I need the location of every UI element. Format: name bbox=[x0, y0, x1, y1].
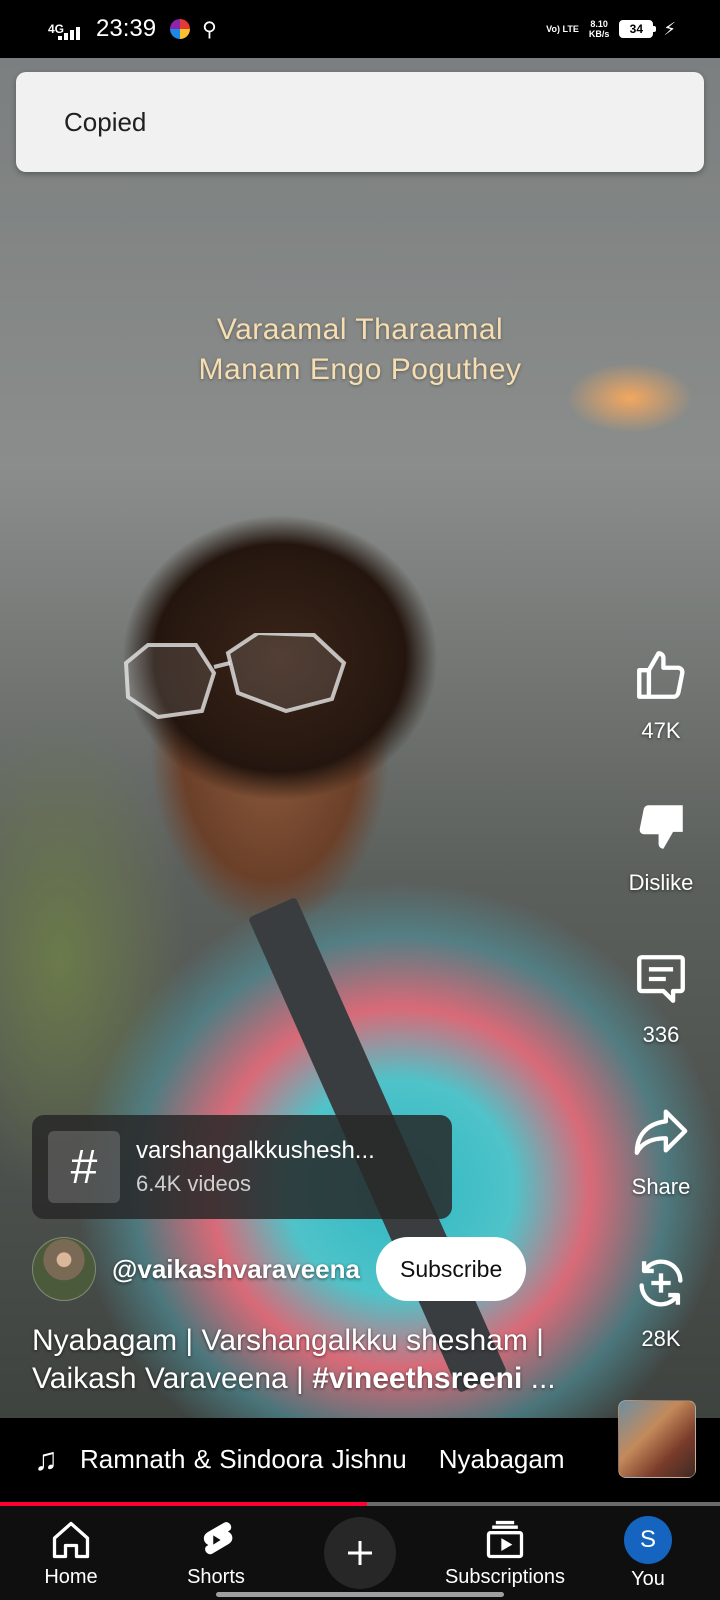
plus-icon bbox=[348, 1541, 372, 1565]
home-icon bbox=[52, 1521, 90, 1558]
thumbs-down-icon bbox=[639, 805, 683, 849]
copied-toast: Copied bbox=[16, 72, 704, 172]
toast-text: Copied bbox=[64, 106, 147, 137]
battery-icon: 34 bbox=[619, 20, 657, 38]
status-bar: 4G 23:39 ⚲ Vo) LTE 8.10 KB/s 34 ⚡ bbox=[0, 0, 720, 58]
like-count: 47K bbox=[641, 718, 681, 743]
charging-icon: ⚡ bbox=[663, 18, 676, 39]
album-thumbnail[interactable] bbox=[618, 1400, 696, 1478]
shorts-icon bbox=[203, 1521, 233, 1554]
hashtag-video-count: 6.4K videos bbox=[136, 1171, 251, 1196]
subscriptions-icon bbox=[486, 1520, 524, 1558]
create-button[interactable] bbox=[324, 1506, 396, 1600]
hashtag-title: varshangalkkushesh... bbox=[136, 1137, 375, 1164]
channel-row: @vaikashvaraveena Subscribe bbox=[32, 1237, 527, 1301]
remix-icon bbox=[639, 1259, 683, 1307]
dislike-label: Dislike bbox=[628, 870, 694, 895]
usb-icon: ⚲ bbox=[202, 18, 217, 41]
nav-you[interactable]: S You bbox=[612, 1506, 684, 1600]
video-title[interactable]: Nyabagam | Varshangalkku shesham | Vaika… bbox=[32, 1322, 592, 1398]
hashtag-chip[interactable]: # varshangalkkushesh... 6.4K videos bbox=[32, 1115, 452, 1219]
nav-subscriptions[interactable]: Subscriptions bbox=[440, 1506, 570, 1600]
action-column: 47K Dislike 336 Share 28K bbox=[616, 640, 706, 1400]
music-credit: Ramnath & Sindoora Jishnu Nyabagam bbox=[80, 1443, 565, 1474]
subscribe-button[interactable]: Subscribe bbox=[375, 1237, 527, 1301]
dislike-button[interactable]: Dislike bbox=[616, 792, 706, 944]
bottom-navigation: Home Shorts Subscriptions S You bbox=[0, 1506, 720, 1600]
thumbs-up-icon bbox=[637, 651, 685, 699]
music-note-icon: ♫ bbox=[34, 1440, 58, 1477]
share-label: Share bbox=[631, 1174, 691, 1199]
video-glasses bbox=[123, 633, 347, 720]
like-button[interactable]: 47K bbox=[616, 640, 706, 792]
hashtag-icon: # bbox=[48, 1131, 120, 1203]
nav-shorts[interactable]: Shorts bbox=[176, 1506, 256, 1600]
music-bar[interactable]: ♫ Ramnath & Sindoora Jishnu Nyabagam bbox=[0, 1418, 720, 1500]
title-hashtag-link[interactable]: #vineethsreeni bbox=[312, 1362, 522, 1395]
channel-avatar[interactable] bbox=[32, 1237, 96, 1301]
nav-home[interactable]: Home bbox=[34, 1506, 108, 1600]
channel-handle[interactable]: @vaikashvaraveena bbox=[112, 1254, 360, 1285]
signal-icon bbox=[58, 26, 81, 40]
volte-icon: Vo) LTE bbox=[546, 23, 579, 34]
comment-count: 336 bbox=[642, 1022, 680, 1047]
video-lyrics-overlay: Varaamal Tharaamal Manam Engo Poguthey bbox=[198, 313, 522, 386]
remix-button[interactable]: 28K bbox=[616, 1248, 706, 1400]
clock: 23:39 bbox=[96, 15, 157, 42]
comment-icon bbox=[637, 955, 685, 1003]
share-button[interactable]: Share bbox=[616, 1096, 706, 1248]
user-avatar: S bbox=[624, 1515, 672, 1564]
network-speed: 8.10 KB/s bbox=[588, 19, 610, 39]
gesture-bar bbox=[216, 1592, 504, 1597]
comments-button[interactable]: 336 bbox=[616, 944, 706, 1096]
remix-count: 28K bbox=[641, 1326, 681, 1351]
app-notification-icon bbox=[170, 19, 191, 39]
share-icon bbox=[634, 1109, 688, 1155]
